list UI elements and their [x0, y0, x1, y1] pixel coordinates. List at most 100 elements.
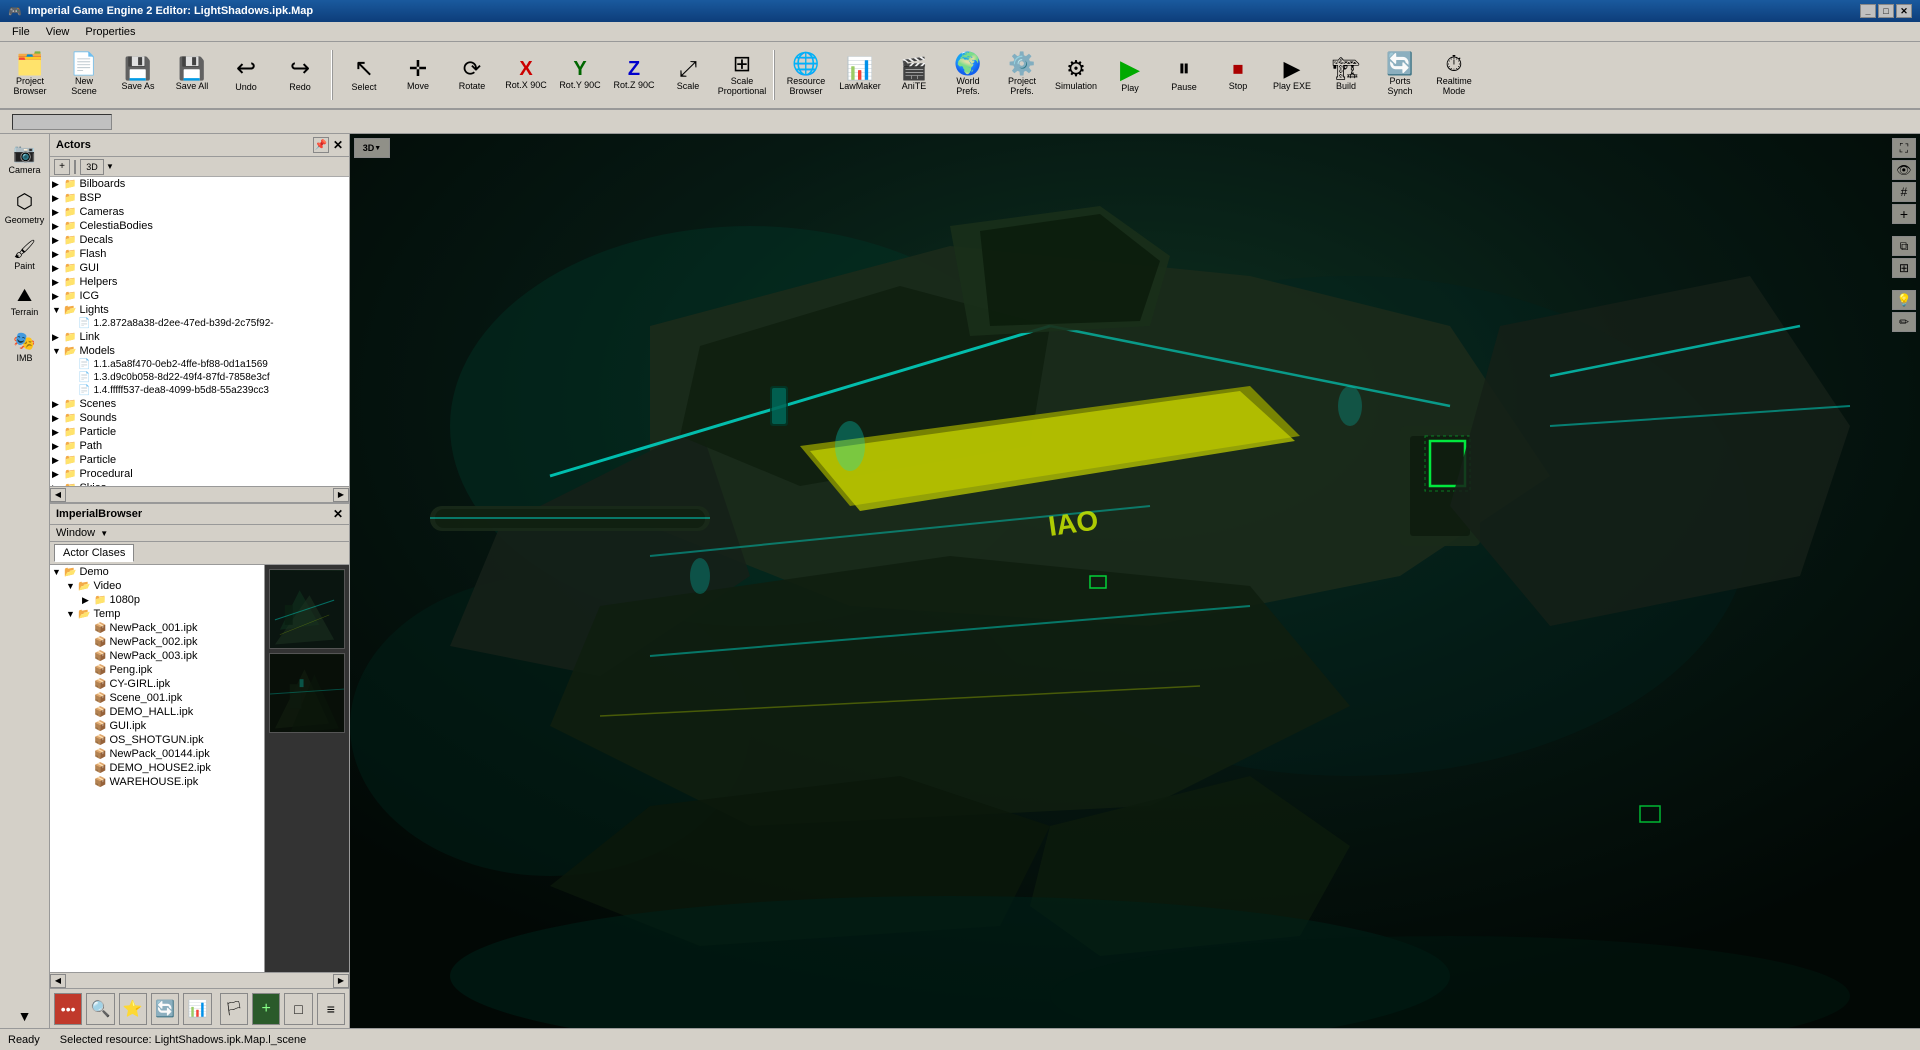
close-button[interactable]: ✕ [1896, 4, 1912, 18]
scale-prop-button[interactable]: ⊞ Scale Proportional [716, 45, 768, 105]
realtime-mode-button[interactable]: ⏱ Realtime Mode [1428, 45, 1480, 105]
undo-button[interactable]: ↩ Undo [220, 45, 272, 105]
actors-horiz-scroll[interactable]: ◀ ▶ [50, 486, 349, 502]
scroll-left-btn[interactable]: ◀ [50, 488, 66, 502]
imperial-window-dropdown[interactable]: Window ▼ [56, 527, 108, 539]
vp-fullscreen-button[interactable]: ⛶ [1892, 138, 1916, 158]
sidebar-terrain-tool[interactable]: ⛰ Terrain [3, 280, 47, 322]
vp-add-button[interactable]: + [1892, 204, 1916, 224]
imperial-chart-button[interactable]: 📊 [183, 993, 211, 1025]
imperial-refresh-button[interactable]: 🔄 [151, 993, 179, 1025]
sidebar-imb-tool[interactable]: 🎭 IMB [3, 326, 47, 368]
file-newpack003[interactable]: 📦 NewPack_003.ipk [50, 649, 264, 663]
file-video[interactable]: ▼ 📂 Video [50, 579, 264, 593]
file-peng[interactable]: 📦 Peng.ipk [50, 663, 264, 677]
tree-link[interactable]: ▶ 📁 Link [50, 330, 349, 344]
file-newpack002[interactable]: 📦 NewPack_002.ipk [50, 635, 264, 649]
menu-view[interactable]: View [38, 24, 78, 40]
imperial-flag-button[interactable]: 🏳 [220, 993, 248, 1025]
tree-lights-item1[interactable]: 📄 1.2.872a8a38-d2ee-47ed-b39d-2c75f92- [50, 317, 349, 330]
world-prefs-button[interactable]: 🌍 World Prefs. [942, 45, 994, 105]
build-button[interactable]: 🏗 Build [1320, 45, 1372, 105]
imperial-close-button[interactable]: ✕ [333, 507, 343, 521]
tree-celestia[interactable]: ▶ 📁 CelestiaBodies [50, 219, 349, 233]
imperial-search-button[interactable]: 🔍 [86, 993, 114, 1025]
redo-button[interactable]: ↪ Redo [274, 45, 326, 105]
actors-pin-button[interactable]: 📌 [313, 137, 329, 153]
scale-button[interactable]: ⤢ Scale [662, 45, 714, 105]
imperial-scroll-track[interactable] [66, 974, 333, 988]
project-prefs-button[interactable]: ⚙️ Project Prefs. [996, 45, 1048, 105]
actors-add-button[interactable]: + [54, 159, 70, 175]
imperial-scroll-left[interactable]: ◀ [50, 974, 66, 988]
file-newpack00144[interactable]: 📦 NewPack_00144.ipk [50, 747, 264, 761]
tree-cameras[interactable]: ▶ 📁 Cameras [50, 205, 349, 219]
file-scene001[interactable]: 📦 Scene_001.ipk [50, 691, 264, 705]
toolbar2-slider[interactable] [12, 114, 112, 130]
sidebar-expand-btn[interactable]: ▼ [18, 1008, 32, 1024]
vp-brush-button[interactable]: ✏ [1892, 312, 1916, 332]
file-cy-girl[interactable]: 📦 CY-GIRL.ipk [50, 677, 264, 691]
vp-light-button[interactable]: 💡 [1892, 290, 1916, 310]
vp-grid-button[interactable]: # [1892, 182, 1916, 202]
view-3d-dropdown[interactable]: ▼ [106, 162, 114, 171]
tree-sounds[interactable]: ▶ 📁 Sounds [50, 411, 349, 425]
tab-actor-classes[interactable]: Actor Clases [54, 544, 134, 562]
rot-x-button[interactable]: X Rot.X 90C [500, 45, 552, 105]
tree-helpers[interactable]: ▶ 📁 Helpers [50, 275, 349, 289]
resource-browser-button[interactable]: 🌐 Resource Browser [780, 45, 832, 105]
imperial-scroll-right[interactable]: ▶ [333, 974, 349, 988]
tree-decals[interactable]: ▶ 📁 Decals [50, 233, 349, 247]
play-exe-button[interactable]: ▶ Play EXE [1266, 45, 1318, 105]
tree-procedural[interactable]: ▶ 📁 Procedural [50, 467, 349, 481]
tree-particle2[interactable]: ▶ 📁 Particle [50, 453, 349, 467]
sidebar-geometry-tool[interactable]: ⬡ Geometry [3, 184, 47, 230]
tree-flash[interactable]: ▶ 📁 Flash [50, 247, 349, 261]
move-button[interactable]: ✛ Move [392, 45, 444, 105]
ports-synch-button[interactable]: 🔄 Ports Synch [1374, 45, 1426, 105]
tree-model-3[interactable]: 📄 1.4.fffff537-dea8-4099-b5d8-55a239cc3 [50, 384, 349, 397]
vp-move2-button[interactable]: ⧉ [1892, 236, 1916, 256]
tree-models[interactable]: ▼ 📂 Models [50, 344, 349, 358]
tree-particle1[interactable]: ▶ 📁 Particle [50, 425, 349, 439]
maximize-button[interactable]: □ [1878, 4, 1894, 18]
sidebar-paint-tool[interactable]: 🖌 Paint [3, 234, 47, 276]
file-newpack001[interactable]: 📦 NewPack_001.ipk [50, 621, 264, 635]
imperial-dots-button[interactable]: ••• [54, 993, 82, 1025]
select-button[interactable]: ↖ Select [338, 45, 390, 105]
rot-z-button[interactable]: Z Rot.Z 90C [608, 45, 660, 105]
save-all-button[interactable]: 💾 Save All [166, 45, 218, 105]
new-scene-button[interactable]: 📄 New Scene [58, 45, 110, 105]
simulation-button[interactable]: ⚙ Simulation [1050, 45, 1102, 105]
tree-gui[interactable]: ▶ 📁 GUI [50, 261, 349, 275]
vp-eye-button[interactable]: 👁 [1892, 160, 1916, 180]
file-gui[interactable]: 📦 GUI.ipk [50, 719, 264, 733]
actors-close-button[interactable]: ✕ [333, 138, 343, 152]
rotate-button[interactable]: ⟳ Rotate [446, 45, 498, 105]
file-demo-hall[interactable]: 📦 DEMO_HALL.ipk [50, 705, 264, 719]
save-as-button[interactable]: 💾 Save As [112, 45, 164, 105]
file-temp[interactable]: ▼ 📂 Temp [50, 607, 264, 621]
anite-button[interactable]: 🎬 AniTE [888, 45, 940, 105]
menu-properties[interactable]: Properties [77, 24, 143, 40]
sidebar-camera-tool[interactable]: 📷 Camera [3, 138, 47, 180]
tree-bilboards[interactable]: ▶ 📁 Bilboards [50, 177, 349, 191]
file-warehouse[interactable]: 📦 WAREHOUSE.ipk [50, 775, 264, 789]
menu-file[interactable]: File [4, 24, 38, 40]
vp-scale-button[interactable]: ⊞ [1892, 258, 1916, 278]
imperial-horiz-scroll[interactable]: ◀ ▶ [50, 972, 349, 988]
scroll-track[interactable] [66, 488, 333, 502]
tree-model-2[interactable]: 📄 1.3.d9c0b058-8d22-49f4-87fd-7858e3cf [50, 371, 349, 384]
file-demo-house2[interactable]: 📦 DEMO_HOUSE2.ipk [50, 761, 264, 775]
imperial-add-button[interactable]: + [252, 993, 280, 1025]
tree-path[interactable]: ▶ 📁 Path [50, 439, 349, 453]
tree-icg[interactable]: ▶ 📁 ICG [50, 289, 349, 303]
file-demo[interactable]: ▼ 📂 Demo [50, 565, 264, 579]
lawmaker-button[interactable]: 📊 LawMaker [834, 45, 886, 105]
tree-bsp[interactable]: ▶ 📁 BSP [50, 191, 349, 205]
play-button[interactable]: ▶ Play [1104, 45, 1156, 105]
project-browser-button[interactable]: 🗂️ Project Browser [4, 45, 56, 105]
tree-scenes[interactable]: ▶ 📁 Scenes [50, 397, 349, 411]
imperial-lines-button[interactable]: ≡ [317, 993, 345, 1025]
rot-y-button[interactable]: Y Rot.Y 90C [554, 45, 606, 105]
